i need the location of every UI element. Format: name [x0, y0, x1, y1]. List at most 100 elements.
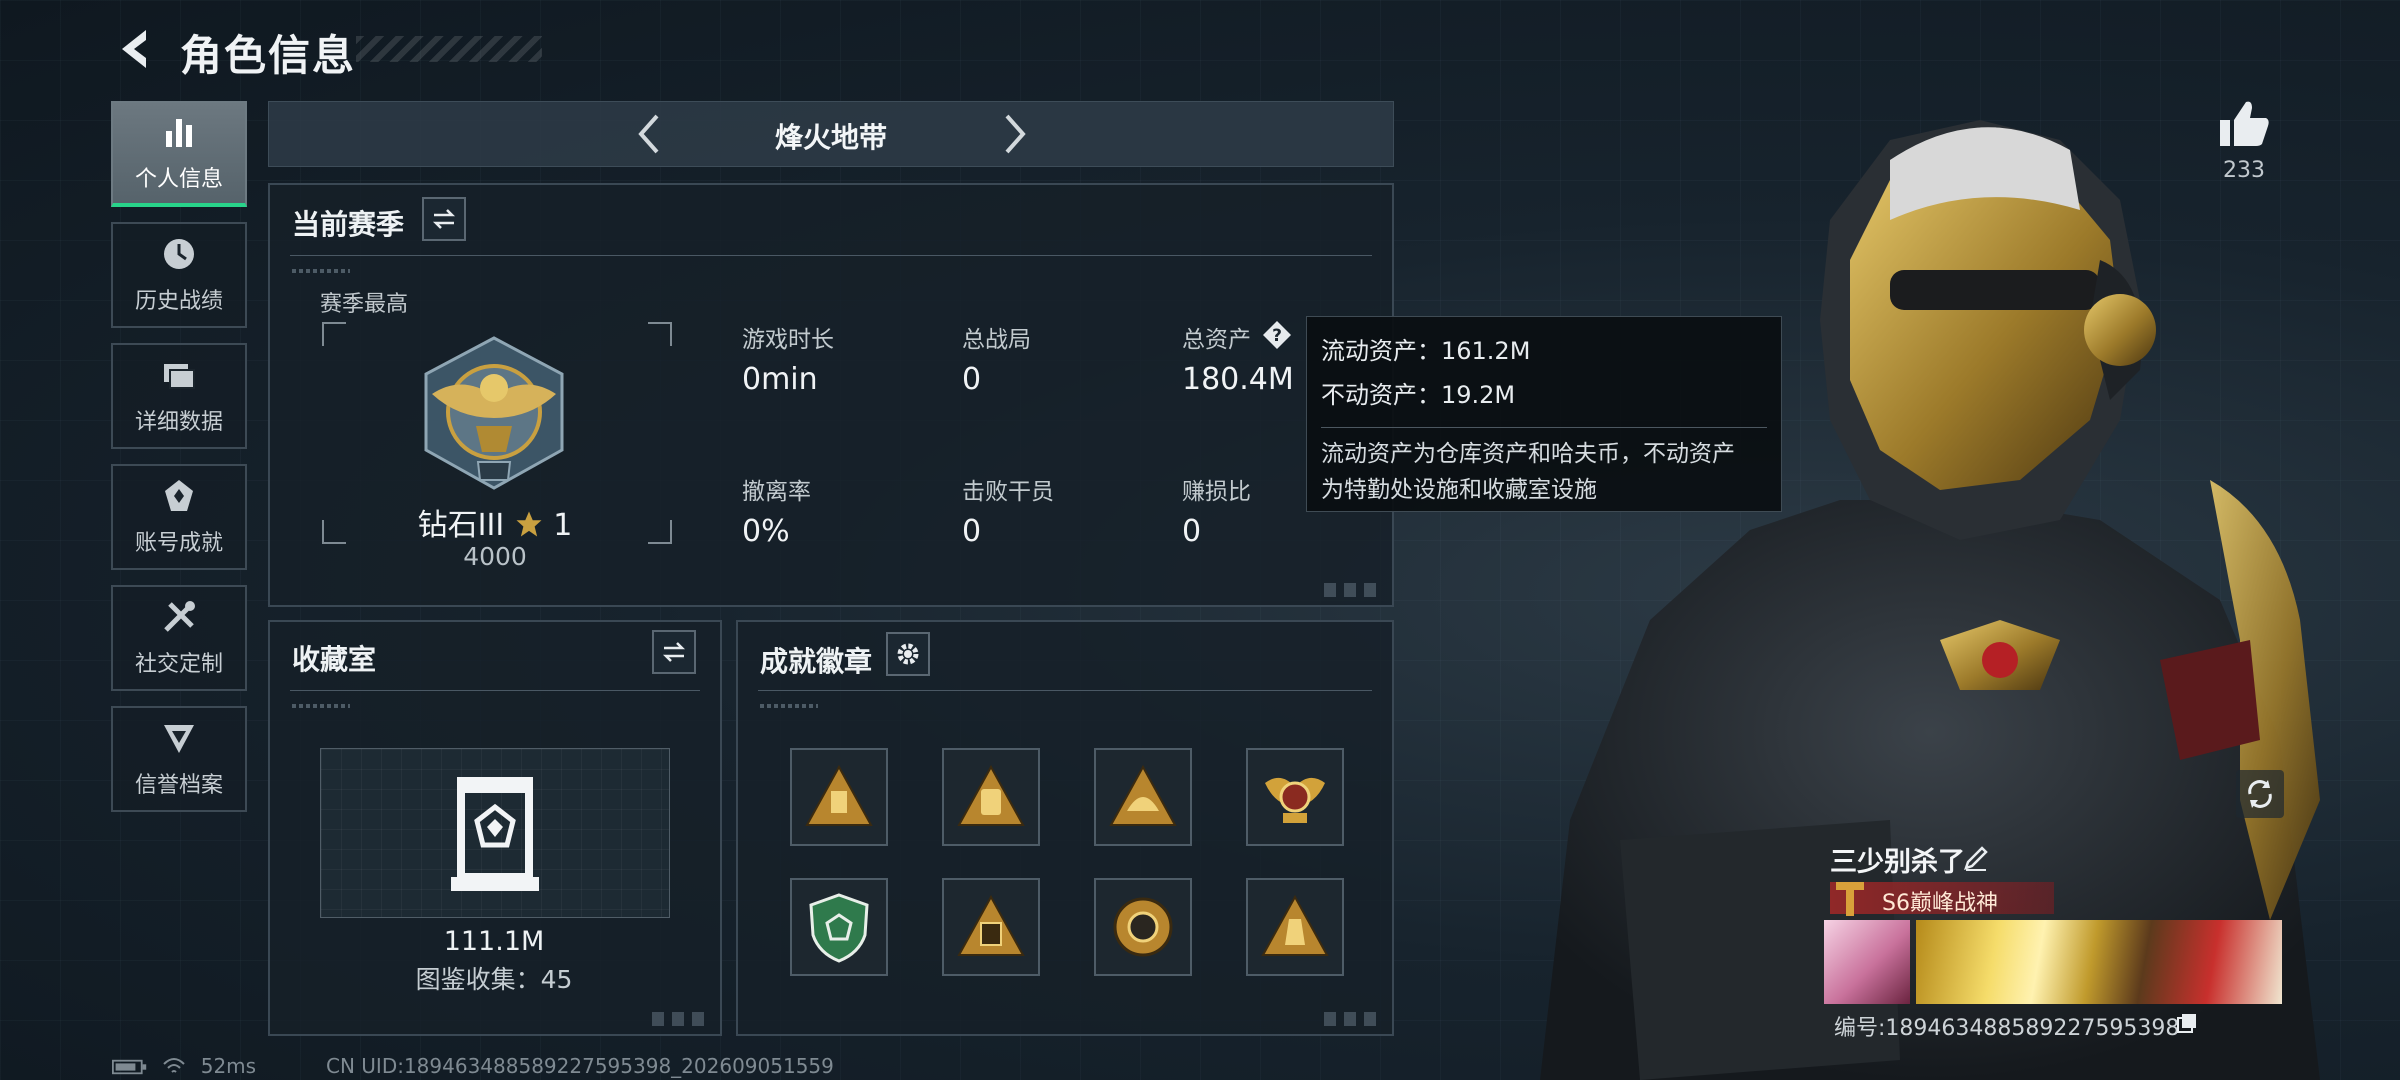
- sidebar-item-label: 账号成就: [134, 531, 223, 556]
- tooltip-liquid-assets: 流动资产：161.2M: [1321, 337, 1531, 365]
- player-id: 编号:1894634885892275953​98: [1834, 1016, 2180, 1041]
- rotate-model-icon[interactable]: [2234, 768, 2286, 820]
- rank-title-text: S6巅峰战神: [1882, 891, 1998, 916]
- stat-value-operators-defeated: 0: [962, 514, 982, 549]
- panel-corner-mark: [1324, 1012, 1384, 1026]
- coin-badge-icon: [1113, 897, 1173, 957]
- rank-title-tag: S6巅峰战神: [1830, 882, 2054, 916]
- badge-slot[interactable]: [1246, 878, 1344, 976]
- player-avatar[interactable]: [1824, 920, 1910, 1004]
- tooltip-desc-line1: 流动资产为仓库资产和哈夫币，不动资产: [1321, 441, 1735, 467]
- sidebar-item-achievements[interactable]: 账号成就: [111, 464, 247, 570]
- like-count: 233: [2223, 158, 2265, 183]
- rank-stars: 1: [553, 508, 573, 543]
- star-icon: [516, 511, 542, 537]
- badges-title: 成就徽章: [760, 645, 873, 678]
- copy-icon[interactable]: [2176, 1012, 2198, 1034]
- sidebar: 个人信息 历史战绩 详细数据 账号成就 社交定制 信誉档案: [111, 101, 249, 827]
- ping-value: 52ms: [200, 1054, 257, 1078]
- badge-slot[interactable]: [790, 878, 888, 976]
- cn-uid: CN UID:1894634885892275953​98_2026090515…: [326, 1054, 834, 1078]
- help-icon[interactable]: ?: [1262, 320, 1292, 350]
- player-banner[interactable]: [1916, 920, 2282, 1004]
- rank-name-row: 钻石III 1: [400, 500, 590, 544]
- crate-badge-icon: [957, 894, 1025, 956]
- collection-preview[interactable]: [320, 748, 670, 918]
- title-decoration: [356, 36, 542, 62]
- folders-icon: [164, 364, 195, 389]
- badge-slot[interactable]: [1094, 878, 1192, 976]
- stat-value-extract-rate: 0%: [742, 514, 790, 549]
- eagle-badge-icon: [1265, 777, 1325, 823]
- back-arrow-icon[interactable]: [112, 26, 158, 72]
- thumbs-up-icon[interactable]: [2216, 96, 2272, 152]
- battery-icon: [112, 1059, 147, 1075]
- vault-icon: [451, 777, 539, 891]
- page-title: 角色信息: [180, 31, 357, 80]
- badges-settings-button[interactable]: [886, 632, 930, 676]
- stat-value-total-assets: 180.4M: [1182, 362, 1294, 397]
- badge-slot[interactable]: [790, 748, 888, 846]
- bar-chart-icon: [166, 119, 192, 147]
- gear-icon: [897, 643, 919, 665]
- swap-icon: [432, 209, 456, 229]
- backpack-badge-icon: [957, 764, 1025, 826]
- collection-title: 收藏室: [292, 643, 377, 676]
- sidebar-item-label: 社交定制: [134, 652, 223, 677]
- stat-label-profit-loss-ratio: 赚损比: [1182, 479, 1251, 505]
- sidebar-item-detailed-data[interactable]: 详细数据: [111, 343, 247, 449]
- sidebar-item-label: 信誉档案: [134, 773, 223, 798]
- stat-label-play-time: 游戏时长: [742, 327, 834, 353]
- badge-slot[interactable]: [1246, 748, 1344, 846]
- credit-icon: [164, 725, 194, 753]
- season-best-label: 赛季最高: [320, 292, 409, 317]
- sidebar-item-personal-info[interactable]: 个人信息: [111, 101, 247, 207]
- collection-value: 111.1M: [443, 926, 545, 957]
- assets-tooltip: 流动资产：161.2M 不动资产：19.2M 流动资产为仓库资产和哈夫币，不动资…: [1306, 316, 1782, 512]
- rank-score: 4000: [463, 542, 527, 571]
- rank-name: 钻石III: [417, 508, 505, 543]
- gear-pack-badge-icon: [1261, 894, 1329, 956]
- badge-slot[interactable]: [942, 748, 1040, 846]
- collection-count: 图鉴收集：45: [415, 965, 573, 994]
- collection-switch-button[interactable]: [652, 630, 696, 674]
- mode-selector: 烽火地带: [268, 101, 1394, 167]
- swap-icon: [662, 642, 686, 662]
- sidebar-item-label: 详细数据: [134, 410, 223, 435]
- sidebar-item-label: 历史战绩: [134, 289, 223, 314]
- panel-corner-mark: [1324, 583, 1384, 597]
- season-title: 当前赛季: [292, 208, 405, 241]
- stat-label-total-matches: 总战局: [962, 327, 1031, 353]
- helmet-badge-icon: [1109, 764, 1177, 826]
- stat-value-play-time: 0min: [742, 362, 818, 397]
- tools-icon: [164, 601, 195, 632]
- sidebar-item-history[interactable]: 历史战绩: [111, 222, 247, 328]
- wifi-icon: [163, 1058, 186, 1073]
- stat-value-profit-loss-ratio: 0: [1182, 514, 1202, 549]
- tooltip-fixed-assets: 不动资产：19.2M: [1321, 381, 1516, 409]
- player-nickname: 三少别杀了: [1830, 847, 1965, 878]
- sidebar-item-social-custom[interactable]: 社交定制: [111, 585, 247, 691]
- season-switch-button[interactable]: [422, 197, 466, 241]
- stat-value-total-matches: 0: [962, 362, 982, 397]
- lantern-badge-icon: [805, 764, 873, 826]
- stat-label-total-assets: 总资产: [1182, 327, 1251, 353]
- mode-title: 烽火地带: [774, 121, 887, 154]
- sidebar-item-credit-record[interactable]: 信誉档案: [111, 706, 247, 812]
- svg-text:?: ?: [1272, 326, 1282, 346]
- shield-badge-icon: [809, 893, 869, 963]
- badge-slot[interactable]: [1094, 748, 1192, 846]
- status-bar: 52ms: [112, 1054, 256, 1078]
- stat-label-operators-defeated: 击败干员: [962, 479, 1054, 505]
- panel-corner-mark: [652, 1012, 712, 1026]
- diamond-rank-emblem-icon: [424, 336, 564, 490]
- sidebar-item-label: 个人信息: [134, 167, 223, 192]
- edit-pencil-icon[interactable]: [1962, 844, 1990, 872]
- achievement-icon: [165, 480, 193, 511]
- tooltip-desc-line2: 为特勤处设施和收藏室设施: [1321, 477, 1597, 503]
- badge-slot[interactable]: [942, 878, 1040, 976]
- stat-label-extract-rate: 撤离率: [742, 479, 811, 505]
- next-mode-arrow-icon[interactable]: [989, 110, 1037, 158]
- rank-tag-icon: [1836, 882, 1864, 916]
- history-icon: [164, 239, 194, 269]
